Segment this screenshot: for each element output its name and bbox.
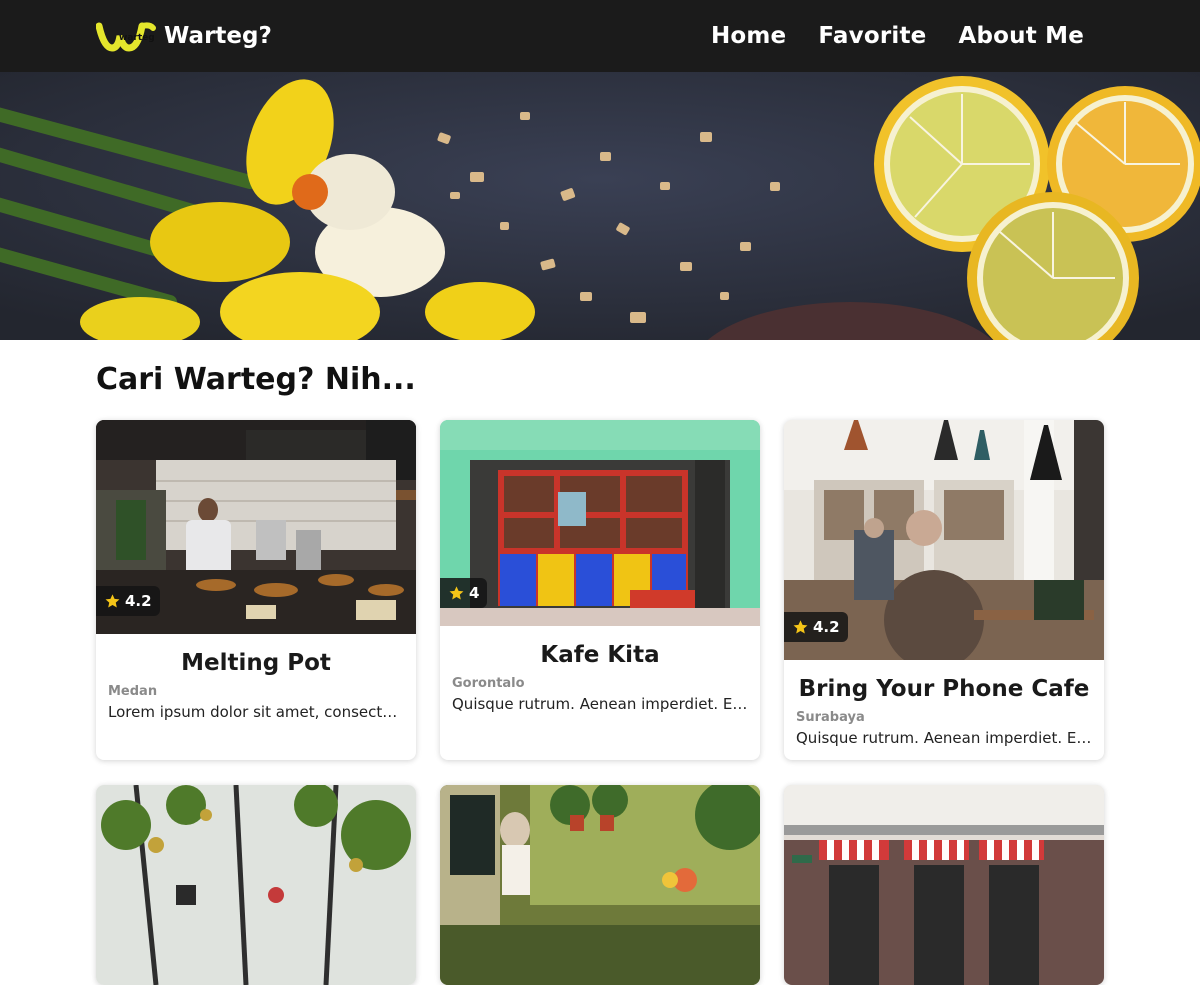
restaurant-city: Medan — [108, 684, 158, 699]
restaurant-card[interactable]: 4.2 Melting Pot Medan Lorem ipsum dolor … — [96, 420, 416, 760]
rating-badge: 4.2 — [96, 586, 160, 616]
rating-badge: 4.2 — [784, 612, 848, 642]
restaurant-city: Surabaya — [796, 710, 865, 725]
restaurant-description: Lorem ipsum dolor sit amet, consectetur … — [108, 703, 404, 721]
restaurant-description: Quisque rutrum. Aenean imperdiet. Etiam … — [452, 695, 748, 713]
top-navbar: warteg Warteg? Home Favorite About Me — [0, 0, 1200, 72]
main-nav: Home Favorite About Me — [679, 0, 1084, 72]
restaurant-name[interactable]: Kafe Kita — [452, 642, 748, 668]
star-icon — [793, 619, 808, 633]
restaurant-card[interactable] — [96, 785, 416, 985]
brand-name[interactable]: Warteg? — [164, 23, 272, 49]
warteg-logo: warteg — [96, 22, 156, 52]
restaurant-name[interactable]: Bring Your Phone Cafe — [796, 676, 1092, 702]
section-title: Cari Warteg? Nih... — [96, 362, 416, 397]
rating-value: 4.2 — [813, 618, 840, 636]
restaurant-city: Gorontalo — [452, 676, 525, 691]
restaurant-card[interactable] — [784, 785, 1104, 985]
restaurant-card[interactable]: 4 Kafe Kita Gorontalo Quisque rutrum. Ae… — [440, 420, 760, 760]
rating-value: 4.2 — [125, 592, 152, 610]
rating-value: 4 — [469, 584, 480, 602]
nav-favorite[interactable]: Favorite — [818, 23, 926, 49]
nav-about-me[interactable]: About Me — [958, 23, 1084, 49]
star-icon — [449, 585, 464, 599]
restaurant-description: Quisque rutrum. Aenean imperdiet. Etiam … — [796, 729, 1092, 747]
star-icon — [105, 593, 120, 607]
restaurant-photo — [440, 785, 760, 985]
nav-home[interactable]: Home — [711, 23, 786, 49]
rating-badge: 4 — [440, 578, 488, 608]
restaurant-name[interactable]: Melting Pot — [108, 650, 404, 676]
restaurant-photo: 4.2 — [96, 420, 416, 634]
brand[interactable]: warteg Warteg? — [96, 18, 272, 54]
hero-image — [0, 72, 1200, 340]
restaurant-photo — [784, 785, 1104, 985]
restaurant-photo: 4.2 — [784, 420, 1104, 660]
logo-text: warteg — [119, 33, 155, 43]
restaurant-card[interactable] — [440, 785, 760, 985]
restaurant-photo — [96, 785, 416, 985]
restaurant-photo: 4 — [440, 420, 760, 626]
restaurant-card[interactable]: 4.2 Bring Your Phone Cafe Surabaya Quisq… — [784, 420, 1104, 760]
